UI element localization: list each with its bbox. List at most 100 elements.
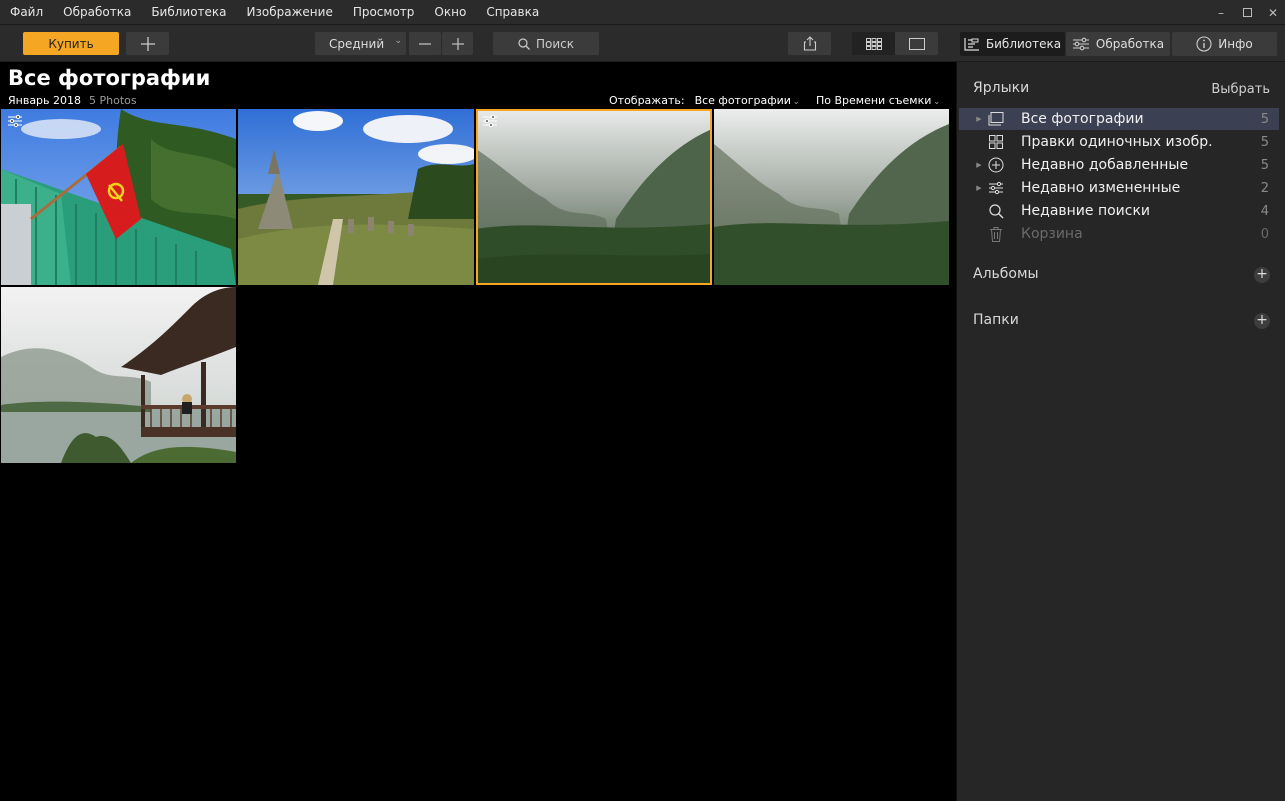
info-icon [1196,36,1212,52]
chevron-down-icon: ⌄ [933,97,941,106]
grid-view-button[interactable] [852,32,895,55]
menu-image[interactable]: Изображение [237,0,343,25]
expand-triangle-icon[interactable]: ▶ [972,184,986,192]
expand-triangle-icon[interactable]: ▶ [972,161,986,169]
select-button[interactable]: Выбрать [1211,82,1270,97]
sliders-icon [988,180,1004,196]
tab-info-label: Инфо [1218,37,1253,51]
sort-dropdown[interactable]: По Времени съемки ⌄ [816,94,940,107]
search-icon [988,203,1004,219]
sidebar-item-label: Недавно добавленные [1021,157,1189,173]
toolbar: Купить Средний ⌄ Поиск Библиотека Обрабо… [0,25,1285,62]
close-icon[interactable]: ✕ [1267,6,1279,20]
sidebar-item-all-photos[interactable]: ▶ Все фотографии 5 [959,108,1279,130]
folders-header: Папки [973,312,1019,328]
menu-window[interactable]: Окно [424,0,476,25]
add-album-button[interactable]: + [1254,267,1270,283]
display-filter: Отображать: Все фотографии ⌄ [609,94,800,107]
library-icon [964,38,979,51]
plus-icon [451,37,464,50]
menu-edit[interactable]: Обработка [53,0,141,25]
window-controls: – ✕ [1215,0,1279,25]
filter-label: Отображать: [609,94,685,107]
sidebar-item-count: 4 [1260,203,1269,219]
minimize-icon[interactable]: – [1215,6,1227,20]
buy-button[interactable]: Купить [23,32,119,55]
sidebar-item-count: 0 [1260,226,1269,242]
sidebar-item-trash[interactable]: Корзина 0 [959,223,1279,245]
sort-value: По Времени съемки [816,94,932,107]
sidebar-item-count: 5 [1260,111,1269,127]
labels-header: Ярлыки [973,80,1030,96]
single-view-icon [908,37,925,50]
adjustments-badge-icon [8,114,22,128]
tab-library[interactable]: Библиотека [960,32,1065,56]
add-button[interactable] [126,32,169,55]
sidebar: Ярлыки Выбрать ▶ Все фотографии 5 Правки… [956,62,1285,801]
trash-icon [988,226,1004,242]
photo-thumbnail-selected[interactable] [476,109,712,285]
sidebar-item-single-edits[interactable]: Правки одиночных изобр. 5 [959,131,1279,153]
photo-pagoda-image [1,287,236,463]
plus-circle-icon [988,157,1004,173]
zoom-out-button[interactable] [409,32,441,55]
sidebar-item-recent-searches[interactable]: Недавние поиски 4 [959,200,1279,222]
date-group-header: Январь 2018 5 Photos [8,94,137,107]
page-title: Все фотографии [8,66,211,90]
minus-icon [419,42,431,45]
search-label: Поиск [535,36,574,51]
menu-library[interactable]: Библиотека [141,0,236,25]
grid-edits-icon [988,134,1004,150]
photo-flag-image [1,109,236,285]
sidebar-item-count: 2 [1260,180,1269,196]
tab-edit[interactable]: Обработка [1066,32,1170,56]
share-button[interactable] [788,32,831,55]
sliders-icon [1072,37,1089,51]
photos-icon [988,111,1004,127]
photo-mist-image-2 [714,109,949,285]
photo-park-image [238,109,474,285]
photo-thumbnail[interactable] [1,109,236,285]
sidebar-item-label: Все фотографии [1021,111,1144,127]
menu-file[interactable]: Файл [0,0,53,25]
search-icon [518,37,530,50]
thumbnail-size-label: Средний [329,36,385,51]
filter-value: Все фотографии [694,94,791,107]
zoom-in-button[interactable] [441,32,473,55]
share-icon [803,36,816,51]
menu-bar: Файл Обработка Библиотека Изображение Пр… [0,0,1285,25]
menu-view[interactable]: Просмотр [343,0,425,25]
photo-thumbnail[interactable] [1,287,236,463]
chevron-down-icon: ⌄ [394,36,402,46]
search-button[interactable]: Поиск [493,32,599,55]
sidebar-item-label: Недавние поиски [1021,203,1151,219]
sidebar-item-count: 5 [1260,134,1269,150]
date-label: Январь 2018 [8,94,82,107]
plus-icon [140,36,155,51]
expand-triangle-icon[interactable]: ▶ [972,115,986,123]
tab-edit-label: Обработка [1095,37,1165,51]
single-view-button[interactable] [895,32,938,55]
albums-header: Альбомы [973,266,1039,282]
sidebar-item-recently-added[interactable]: ▶ Недавно добавленные 5 [959,154,1279,176]
photo-mist-image [476,109,712,285]
add-folder-button[interactable]: + [1254,313,1270,329]
tab-library-label: Библиотека [985,37,1062,51]
thumbnail-size-dropdown[interactable]: Средний ⌄ [315,32,406,55]
tab-info[interactable]: Инфо [1172,32,1277,56]
adjustments-badge-icon [483,114,497,128]
grid-view-icon [865,37,882,50]
filter-dropdown[interactable]: Все фотографии ⌄ [695,94,800,107]
sidebar-item-count: 5 [1260,157,1269,173]
photo-browser: Все фотографии Январь 2018 5 Photos Отобр… [0,62,956,801]
sidebar-item-label: Правки одиночных изобр. [1021,134,1213,150]
sidebar-item-recently-edited[interactable]: ▶ Недавно измененные 2 [959,177,1279,199]
photo-thumbnail[interactable] [714,109,949,285]
chevron-down-icon: ⌄ [792,97,800,106]
sidebar-item-label: Корзина [1021,226,1083,242]
photo-thumbnail[interactable] [238,109,474,285]
photo-count: 5 Photos [89,94,137,107]
menu-help[interactable]: Справка [476,0,549,25]
maximize-icon[interactable] [1241,6,1253,20]
sidebar-item-label: Недавно измененные [1021,180,1181,196]
